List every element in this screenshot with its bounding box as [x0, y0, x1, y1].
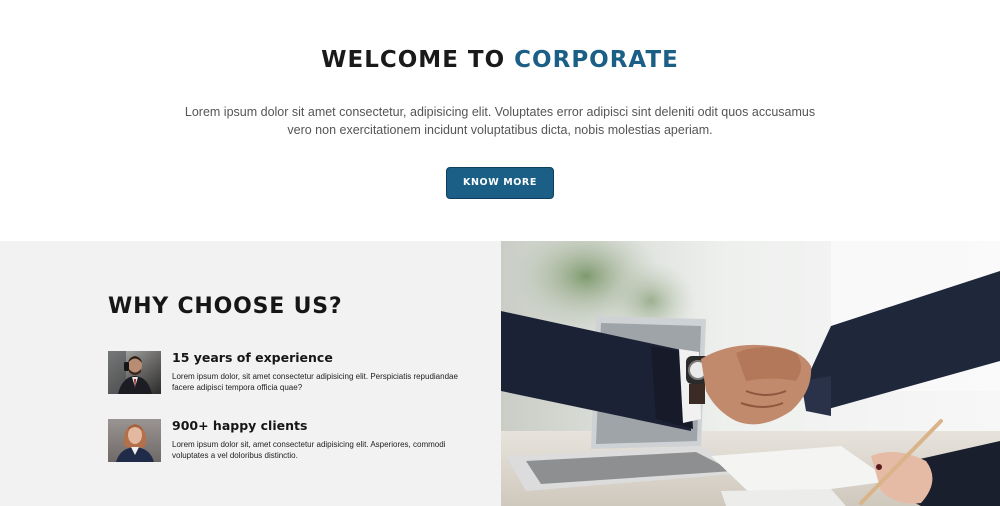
welcome-section: WELCOME TO CORPORATE Lorem ipsum dolor s… — [0, 0, 1000, 241]
feature-text: Lorem ipsum dolor, sit amet consectetur … — [172, 372, 458, 392]
welcome-text: Lorem ipsum dolor sit amet consectetur, … — [184, 105, 816, 137]
handshake-photo — [501, 241, 1000, 506]
woman-portrait-photo — [108, 419, 161, 462]
feature-heading: 900+ happy clients — [172, 418, 308, 433]
welcome-title: WELCOME TO CORPORATE — [0, 47, 1000, 73]
welcome-title-prefix: WELCOME TO — [321, 47, 515, 73]
feature-text: Lorem ipsum dolor sit, amet consectetur … — [172, 440, 446, 460]
why-choose-title: WHY CHOOSE US? — [108, 294, 343, 319]
feature-heading: 15 years of experience — [172, 350, 333, 365]
welcome-title-accent: CORPORATE — [514, 47, 679, 73]
why-choose-section: WHY CHOOSE US? 15 years of experience Lo… — [0, 241, 501, 506]
man-on-phone-photo — [108, 351, 161, 394]
know-more-button[interactable]: KNOW MORE — [446, 167, 554, 199]
